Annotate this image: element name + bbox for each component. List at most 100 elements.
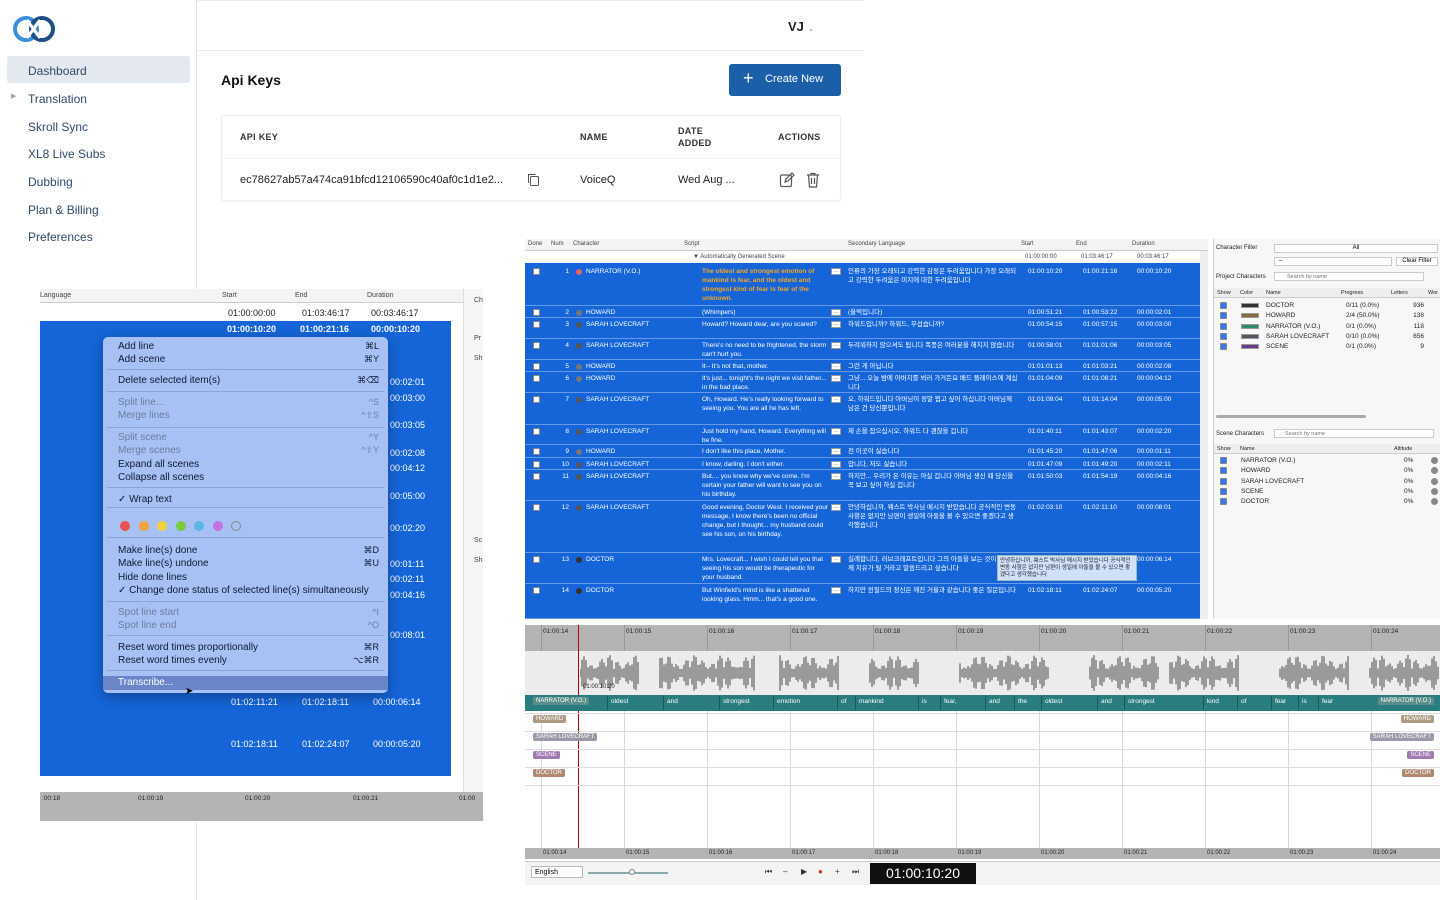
word-block[interactable]: the: [1018, 698, 1027, 705]
menu-item-change-done-status-of-selected-line-s-simultaneously[interactable]: ✓ Change done status of selected line(s)…: [118, 585, 369, 596]
more-button[interactable]: …: [831, 587, 841, 594]
menu-item-merge-lines[interactable]: Merge lines: [118, 410, 170, 421]
character-color-swatch[interactable]: [1241, 333, 1259, 339]
menu-item-merge-scenes[interactable]: Merge scenes: [118, 445, 181, 456]
remove-icon[interactable]: [1431, 477, 1438, 485]
done-checkbox[interactable]: [533, 504, 540, 511]
track-label[interactable]: HOWARD: [533, 715, 567, 723]
word-block[interactable]: and: [1101, 698, 1112, 705]
more-button[interactable]: …: [831, 309, 841, 316]
scene-label[interactable]: ▼ Automatically Generated Scene: [693, 254, 785, 260]
menu-item-add-line[interactable]: Add line: [118, 341, 154, 352]
menu-item-wrap-text[interactable]: ✓ Wrap text: [118, 494, 172, 505]
word-block[interactable]: is: [922, 698, 927, 705]
sidebar-item-skroll-sync[interactable]: Skroll Sync: [7, 112, 190, 139]
sidebar-item-plan-billing[interactable]: Plan & Billing: [7, 195, 190, 222]
done-checkbox[interactable]: [533, 473, 540, 480]
sidebar-item-live-subs[interactable]: XL8 Live Subs: [7, 139, 190, 166]
trash-icon[interactable]: [806, 172, 820, 188]
color-swatch[interactable]: [194, 521, 204, 531]
show-checkbox[interactable]: [1220, 477, 1227, 485]
more-button[interactable]: …: [831, 396, 841, 403]
more-button[interactable]: …: [831, 363, 841, 370]
menu-item-reset-word-times-evenly[interactable]: Reset word times evenly: [118, 655, 227, 666]
done-checkbox[interactable]: [533, 396, 540, 403]
character-color-swatch[interactable]: [1241, 313, 1259, 319]
word-block[interactable]: fear: [1322, 698, 1333, 705]
word-block[interactable]: kind: [1207, 698, 1219, 705]
menu-item-collapse-all-scenes[interactable]: Collapse all scenes: [118, 472, 204, 483]
more-button[interactable]: …: [831, 342, 841, 349]
done-checkbox[interactable]: [533, 309, 540, 316]
word-block[interactable]: oldest: [611, 698, 628, 705]
track-label-right[interactable]: SCENE: [1407, 751, 1434, 759]
show-checkbox[interactable]: [1220, 312, 1227, 320]
done-checkbox[interactable]: [533, 448, 540, 455]
character-filter-select[interactable]: All: [1274, 244, 1438, 253]
word-block[interactable]: oldest: [1045, 698, 1062, 705]
show-checkbox[interactable]: [1220, 343, 1227, 351]
menu-item-spot-line-start[interactable]: Spot line start: [118, 607, 179, 618]
track-label-right[interactable]: HOWARD: [1400, 715, 1434, 723]
remove-icon[interactable]: [1431, 487, 1438, 495]
record-icon[interactable]: ●: [818, 867, 823, 876]
word-block[interactable]: and: [667, 698, 678, 705]
done-checkbox[interactable]: [533, 363, 540, 370]
prev-icon[interactable]: ⏮: [765, 867, 772, 877]
minus-icon[interactable]: –: [783, 867, 787, 876]
color-swatch-none[interactable]: [231, 521, 241, 531]
menu-item-add-scene[interactable]: Add scene: [118, 354, 165, 365]
copy-icon[interactable]: [527, 173, 540, 186]
track-label-right[interactable]: DOCTOR: [1402, 769, 1434, 777]
sidebar-item-dubbing[interactable]: Dubbing: [7, 167, 190, 194]
word-block[interactable]: of: [1241, 698, 1246, 705]
show-checkbox[interactable]: [1220, 322, 1227, 330]
menu-item-make-line-s-done[interactable]: Make line(s) done: [118, 545, 197, 556]
more-button[interactable]: …: [831, 556, 841, 563]
remove-icon[interactable]: [1431, 457, 1438, 464]
character-color-swatch[interactable]: [1241, 323, 1259, 329]
done-checkbox[interactable]: [533, 268, 540, 275]
show-checkbox[interactable]: [1220, 467, 1227, 475]
plus-icon[interactable]: +: [835, 867, 840, 876]
show-checkbox[interactable]: [1220, 498, 1227, 506]
more-button[interactable]: …: [831, 504, 841, 511]
more-button[interactable]: …: [831, 473, 841, 480]
word-block[interactable]: mankind: [859, 698, 884, 705]
remove-icon[interactable]: [1431, 498, 1438, 506]
word-block[interactable]: strongest: [1128, 698, 1155, 705]
done-checkbox[interactable]: [533, 461, 540, 468]
language-select[interactable]: English: [531, 866, 583, 878]
track-label-right[interactable]: SARAH LOVECRAFT: [1369, 733, 1434, 741]
menu-item-reset-word-times-proportionally[interactable]: Reset word times proportionally: [118, 642, 258, 653]
done-checkbox[interactable]: [533, 556, 540, 563]
menu-item-split-scene[interactable]: Split scene: [118, 432, 167, 443]
slider-knob[interactable]: [629, 869, 635, 875]
menu-item-transcribe[interactable]: Transcribe...: [103, 676, 388, 690]
word-block[interactable]: strongest: [723, 698, 750, 705]
track-label[interactable]: NARRATOR (V.O.): [533, 697, 590, 705]
clear-filter-button[interactable]: Clear Filter: [1396, 257, 1438, 266]
chevron-right-icon[interactable]: ▶: [11, 92, 16, 100]
word-block[interactable]: fear,: [944, 698, 957, 705]
done-checkbox[interactable]: [533, 587, 540, 594]
menu-item-make-line-s-undone[interactable]: Make line(s) undone: [118, 558, 209, 569]
next-icon[interactable]: ⏭: [852, 867, 859, 877]
playhead[interactable]: [578, 625, 579, 857]
done-checkbox[interactable]: [533, 375, 540, 382]
more-button[interactable]: …: [831, 375, 841, 382]
edit-icon[interactable]: [779, 172, 795, 188]
filter-dropdown[interactable]: –: [1274, 257, 1392, 266]
xl8-logo[interactable]: [12, 12, 56, 44]
character-color-swatch[interactable]: [1241, 344, 1259, 350]
menu-item-spot-line-end[interactable]: Spot line end: [118, 620, 176, 631]
color-swatch[interactable]: [157, 521, 167, 531]
sidebar-item-translation[interactable]: ▶ Translation: [7, 84, 190, 111]
more-button[interactable]: …: [831, 428, 841, 435]
more-button[interactable]: …: [831, 461, 841, 468]
track-label[interactable]: SARAH LOVECRAFT: [533, 733, 598, 741]
done-checkbox[interactable]: [533, 321, 540, 328]
remove-icon[interactable]: [1431, 467, 1438, 475]
more-button[interactable]: …: [831, 448, 841, 455]
word-block[interactable]: emotion: [777, 698, 800, 705]
